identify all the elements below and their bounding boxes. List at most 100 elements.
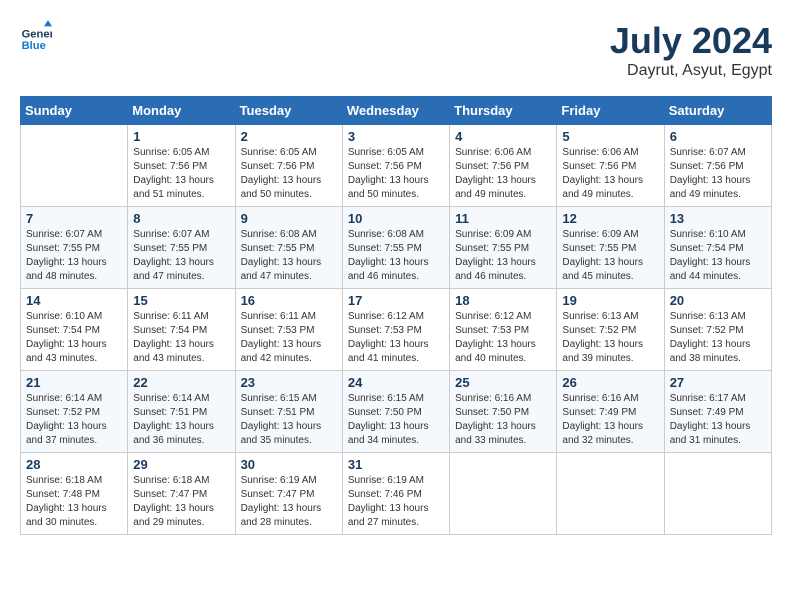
calendar-cell: 25 Sunrise: 6:16 AMSunset: 7:50 PMDayligh…: [450, 371, 557, 453]
day-info: Sunrise: 6:18 AMSunset: 7:47 PMDaylight:…: [133, 474, 229, 530]
day-info: Sunrise: 6:12 AMSunset: 7:53 PMDaylight:…: [348, 310, 444, 366]
calendar-cell: 17 Sunrise: 6:12 AMSunset: 7:53 PMDayligh…: [342, 289, 449, 371]
col-header-tuesday: Tuesday: [235, 97, 342, 125]
month-year: July 2024: [610, 20, 772, 62]
day-info: Sunrise: 6:10 AMSunset: 7:54 PMDaylight:…: [670, 228, 766, 284]
calendar-cell: 9 Sunrise: 6:08 AMSunset: 7:55 PMDaylight…: [235, 207, 342, 289]
day-info: Sunrise: 6:11 AMSunset: 7:54 PMDaylight:…: [133, 310, 229, 366]
calendar-cell: [21, 125, 128, 207]
calendar-cell: 29 Sunrise: 6:18 AMSunset: 7:47 PMDayligh…: [128, 453, 235, 535]
day-number: 17: [348, 293, 444, 308]
title-block: July 2024 Dayrut, Asyut, Egypt: [610, 20, 772, 80]
day-number: 5: [562, 129, 658, 144]
day-info: Sunrise: 6:07 AMSunset: 7:55 PMDaylight:…: [26, 228, 122, 284]
day-info: Sunrise: 6:11 AMSunset: 7:53 PMDaylight:…: [241, 310, 337, 366]
calendar-cell: 3 Sunrise: 6:05 AMSunset: 7:56 PMDaylight…: [342, 125, 449, 207]
calendar-cell: 22 Sunrise: 6:14 AMSunset: 7:51 PMDayligh…: [128, 371, 235, 453]
day-number: 29: [133, 457, 229, 472]
day-number: 10: [348, 211, 444, 226]
day-number: 25: [455, 375, 551, 390]
day-info: Sunrise: 6:05 AMSunset: 7:56 PMDaylight:…: [348, 146, 444, 202]
day-number: 19: [562, 293, 658, 308]
calendar-cell: 19 Sunrise: 6:13 AMSunset: 7:52 PMDayligh…: [557, 289, 664, 371]
day-info: Sunrise: 6:09 AMSunset: 7:55 PMDaylight:…: [455, 228, 551, 284]
calendar-cell: 24 Sunrise: 6:15 AMSunset: 7:50 PMDayligh…: [342, 371, 449, 453]
day-info: Sunrise: 6:17 AMSunset: 7:49 PMDaylight:…: [670, 392, 766, 448]
day-number: 2: [241, 129, 337, 144]
day-number: 7: [26, 211, 122, 226]
calendar-cell: 2 Sunrise: 6:05 AMSunset: 7:56 PMDaylight…: [235, 125, 342, 207]
day-number: 18: [455, 293, 551, 308]
day-number: 3: [348, 129, 444, 144]
day-info: Sunrise: 6:05 AMSunset: 7:56 PMDaylight:…: [241, 146, 337, 202]
calendar-cell: [557, 453, 664, 535]
logo: General Blue: [20, 20, 52, 52]
col-header-sunday: Sunday: [21, 97, 128, 125]
calendar-cell: 31 Sunrise: 6:19 AMSunset: 7:46 PMDayligh…: [342, 453, 449, 535]
day-info: Sunrise: 6:16 AMSunset: 7:49 PMDaylight:…: [562, 392, 658, 448]
day-number: 16: [241, 293, 337, 308]
calendar-cell: 21 Sunrise: 6:14 AMSunset: 7:52 PMDayligh…: [21, 371, 128, 453]
calendar-cell: 15 Sunrise: 6:11 AMSunset: 7:54 PMDayligh…: [128, 289, 235, 371]
calendar-cell: 23 Sunrise: 6:15 AMSunset: 7:51 PMDayligh…: [235, 371, 342, 453]
day-info: Sunrise: 6:09 AMSunset: 7:55 PMDaylight:…: [562, 228, 658, 284]
calendar-cell: 30Sunrise: 6:19 AMSunset: 7:47 PMDayligh…: [235, 453, 342, 535]
calendar-cell: 6Sunrise: 6:07 AMSunset: 7:56 PMDaylight…: [664, 125, 771, 207]
day-info: Sunrise: 6:15 AMSunset: 7:50 PMDaylight:…: [348, 392, 444, 448]
day-number: 23: [241, 375, 337, 390]
day-info: Sunrise: 6:19 AMSunset: 7:46 PMDaylight:…: [348, 474, 444, 530]
calendar-cell: 27 Sunrise: 6:17 AMSunset: 7:49 PMDayligh…: [664, 371, 771, 453]
day-number: 20: [670, 293, 766, 308]
day-info: Sunrise: 6:05 AMSunset: 7:56 PMDaylight:…: [133, 146, 229, 202]
calendar-cell: 13 Sunrise: 6:10 AMSunset: 7:54 PMDayligh…: [664, 207, 771, 289]
calendar-cell: 4Sunrise: 6:06 AMSunset: 7:56 PMDaylight…: [450, 125, 557, 207]
day-number: 11: [455, 211, 551, 226]
col-header-wednesday: Wednesday: [342, 97, 449, 125]
day-number: 15: [133, 293, 229, 308]
day-number: 26: [562, 375, 658, 390]
day-number: 8: [133, 211, 229, 226]
day-number: 24: [348, 375, 444, 390]
calendar-cell: 20 Sunrise: 6:13 AMSunset: 7:52 PMDayligh…: [664, 289, 771, 371]
day-number: 1: [133, 129, 229, 144]
calendar-cell: 8 Sunrise: 6:07 AMSunset: 7:55 PMDaylight…: [128, 207, 235, 289]
calendar-cell: 11 Sunrise: 6:09 AMSunset: 7:55 PMDayligh…: [450, 207, 557, 289]
day-number: 21: [26, 375, 122, 390]
day-info: Sunrise: 6:12 AMSunset: 7:53 PMDaylight:…: [455, 310, 551, 366]
day-number: 27: [670, 375, 766, 390]
calendar-cell: [450, 453, 557, 535]
day-number: 28: [26, 457, 122, 472]
day-number: 14: [26, 293, 122, 308]
day-info: Sunrise: 6:06 AMSunset: 7:56 PMDaylight:…: [455, 146, 551, 202]
calendar-cell: 26 Sunrise: 6:16 AMSunset: 7:49 PMDayligh…: [557, 371, 664, 453]
col-header-thursday: Thursday: [450, 97, 557, 125]
calendar-cell: 28 Sunrise: 6:18 AMSunset: 7:48 PMDayligh…: [21, 453, 128, 535]
day-info: Sunrise: 6:13 AMSunset: 7:52 PMDaylight:…: [562, 310, 658, 366]
col-header-friday: Friday: [557, 97, 664, 125]
day-info: Sunrise: 6:07 AMSunset: 7:55 PMDaylight:…: [133, 228, 229, 284]
day-info: Sunrise: 6:15 AMSunset: 7:51 PMDaylight:…: [241, 392, 337, 448]
day-info: Sunrise: 6:18 AMSunset: 7:48 PMDaylight:…: [26, 474, 122, 530]
day-info: Sunrise: 6:14 AMSunset: 7:52 PMDaylight:…: [26, 392, 122, 448]
day-info: Sunrise: 6:10 AMSunset: 7:54 PMDaylight:…: [26, 310, 122, 366]
page-header: General Blue July 2024 Dayrut, Asyut, Eg…: [20, 20, 772, 80]
calendar-cell: 7 Sunrise: 6:07 AMSunset: 7:55 PMDaylight…: [21, 207, 128, 289]
day-info: Sunrise: 6:16 AMSunset: 7:50 PMDaylight:…: [455, 392, 551, 448]
calendar-cell: 1 Sunrise: 6:05 AMSunset: 7:56 PMDaylight…: [128, 125, 235, 207]
day-info: Sunrise: 6:14 AMSunset: 7:51 PMDaylight:…: [133, 392, 229, 448]
day-number: 31: [348, 457, 444, 472]
calendar-cell: [664, 453, 771, 535]
day-number: 12: [562, 211, 658, 226]
day-number: 9: [241, 211, 337, 226]
day-info: Sunrise: 6:07 AMSunset: 7:56 PMDaylight:…: [670, 146, 766, 202]
location: Dayrut, Asyut, Egypt: [610, 62, 772, 80]
svg-text:General: General: [22, 29, 52, 41]
day-info: Sunrise: 6:08 AMSunset: 7:55 PMDaylight:…: [241, 228, 337, 284]
day-number: 22: [133, 375, 229, 390]
calendar-cell: 18 Sunrise: 6:12 AMSunset: 7:53 PMDayligh…: [450, 289, 557, 371]
calendar-cell: 14 Sunrise: 6:10 AMSunset: 7:54 PMDayligh…: [21, 289, 128, 371]
day-info: Sunrise: 6:13 AMSunset: 7:52 PMDaylight:…: [670, 310, 766, 366]
day-info: Sunrise: 6:19 AMSunset: 7:47 PMDaylight:…: [241, 474, 337, 530]
logo-icon: General Blue: [20, 20, 52, 52]
day-number: 13: [670, 211, 766, 226]
